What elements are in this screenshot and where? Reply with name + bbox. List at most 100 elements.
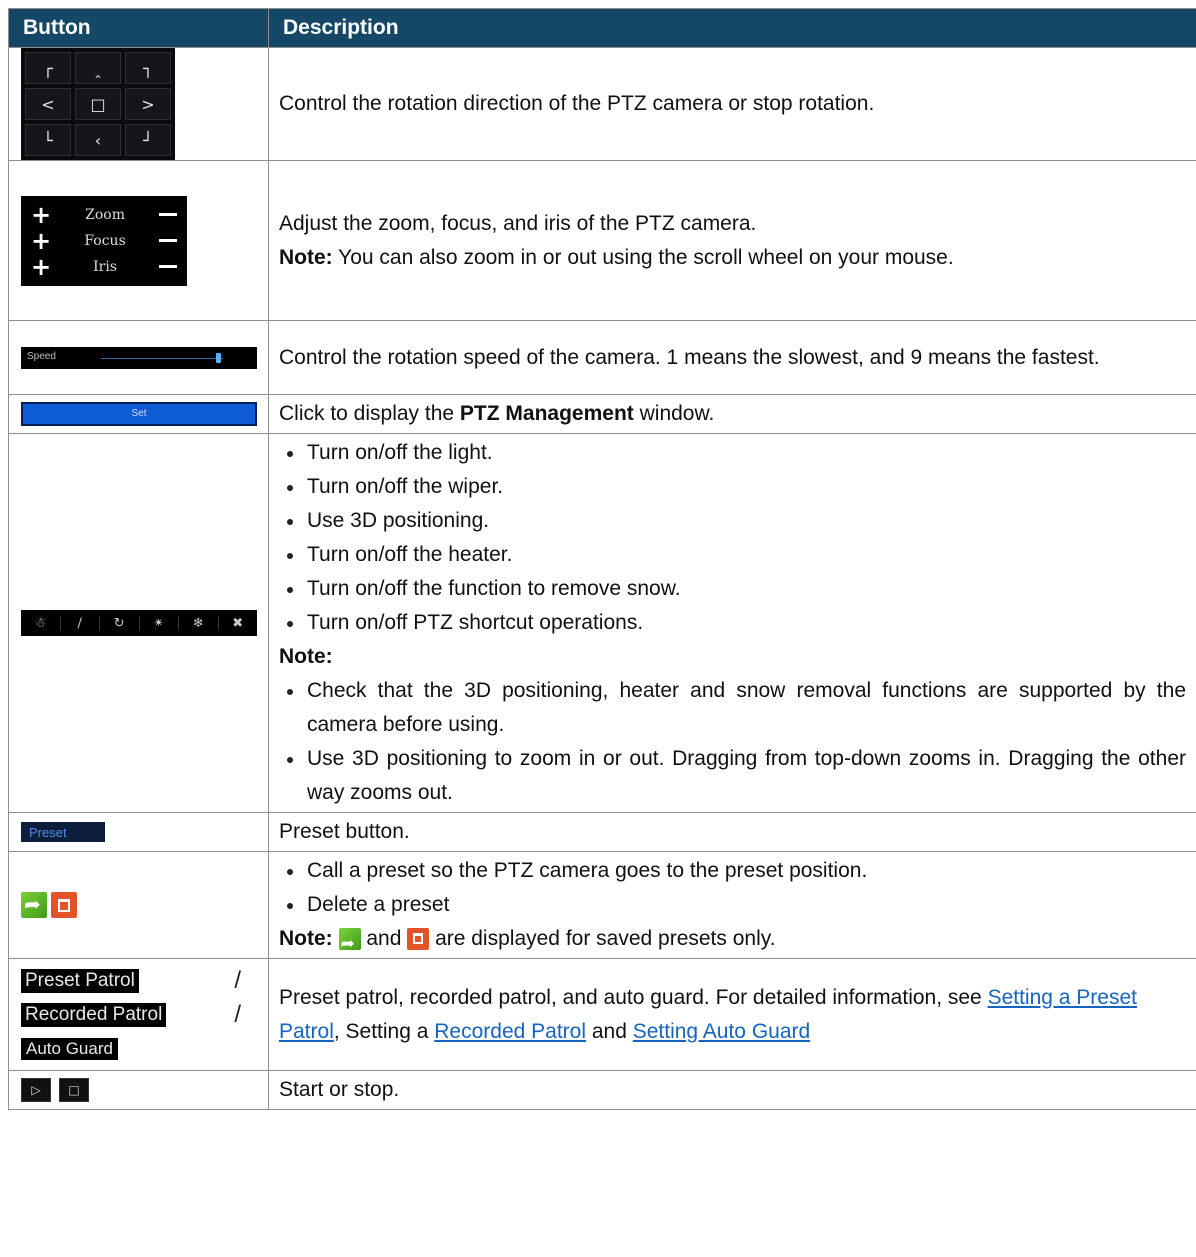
header-description: Description: [268, 8, 1196, 48]
focus-minus-icon[interactable]: [159, 239, 177, 242]
description-cell: Preset button.: [268, 812, 1196, 852]
heater-icon[interactable]: ✴: [140, 615, 179, 631]
down-right-icon[interactable]: ┘: [125, 124, 171, 156]
wiper-icon[interactable]: ∕: [61, 615, 100, 631]
iris-plus-icon[interactable]: +: [31, 255, 51, 279]
set-desc-pre: Click to display the: [279, 402, 460, 425]
separator: /: [234, 966, 241, 994]
table-row-preset: Preset Preset button.: [8, 812, 1196, 852]
auto-guard-button[interactable]: Auto Guard: [21, 1037, 118, 1060]
speed-slider[interactable]: Speed: [21, 346, 257, 369]
call-delete-list: Call a preset so the PTZ camera goes to …: [279, 854, 1186, 922]
function-list: Turn on/off the light. Turn on/off the w…: [279, 436, 1186, 640]
button-description-table: Button Description ┌ ‸ ┐ < □ > └ ‹ ┘ Con…: [8, 8, 1196, 1110]
patrol-mid1: , Setting a: [333, 1019, 435, 1043]
list-item: Turn on/off the heater.: [279, 538, 1186, 572]
recorded-patrol-link[interactable]: Recorded Patrol: [434, 1020, 586, 1043]
separator: /: [234, 1000, 241, 1028]
patrol-row: Preset Patrol /: [21, 964, 241, 998]
call-delete-note: Note: and are displayed for saved preset…: [279, 922, 1186, 961]
button-cell: [8, 851, 269, 959]
down-icon[interactable]: ‹: [75, 124, 121, 156]
zoom-in-icon[interactable]: +: [31, 203, 51, 227]
down-left-icon[interactable]: └: [25, 124, 71, 156]
up-left-icon[interactable]: ┌: [25, 52, 71, 84]
stop-icon[interactable]: □: [59, 1078, 89, 1102]
patrol-row: Auto Guard: [21, 1032, 268, 1066]
iris-label: Iris: [93, 258, 117, 275]
description-cell: Preset patrol, recorded patrol, and auto…: [268, 958, 1196, 1071]
table-row-speed: Speed Control the rotation speed of the …: [8, 320, 1196, 395]
zoom-out-icon[interactable]: [158, 213, 177, 216]
list-item: Turn on/off the wiper.: [279, 470, 1186, 504]
set-desc-post: window.: [633, 402, 715, 425]
focus-plus-icon[interactable]: +: [31, 229, 51, 253]
up-right-icon[interactable]: ┐: [125, 52, 171, 84]
table-row-direction: ┌ ‸ ┐ < □ > └ ‹ ┘ Control the rotation d…: [8, 47, 1196, 161]
light-icon[interactable]: ☃: [21, 615, 61, 631]
delete-preset-icon: [407, 928, 430, 951]
button-cell: ☃ ∕ ↻ ✴ ❄ ✖: [8, 433, 269, 813]
list-item: Check that the 3D positioning, heater an…: [279, 674, 1186, 742]
auto-guard-link[interactable]: Setting Auto Guard: [633, 1020, 810, 1043]
list-item: Turn on/off the function to remove snow.: [279, 572, 1186, 606]
note-tail: are displayed for saved presets only.: [429, 927, 776, 950]
speed-label: Speed: [27, 350, 56, 362]
ptz-management-label: PTZ Management: [459, 402, 634, 425]
snow-removal-icon[interactable]: ❄: [179, 615, 219, 631]
function-notes: Check that the 3D positioning, heater an…: [279, 674, 1186, 810]
preset-button[interactable]: Preset: [21, 822, 105, 842]
list-item: Delete a preset: [279, 888, 1186, 922]
description-cell: Click to display the PTZ Management wind…: [268, 394, 1196, 434]
delete-preset-icon[interactable]: [51, 892, 78, 918]
list-item: Call a preset so the PTZ camera goes to …: [279, 854, 1186, 888]
table-row-startstop: ▷ □ Start or stop.: [8, 1070, 1196, 1110]
patrol-desc: Preset patrol, recorded patrol, and auto…: [279, 985, 988, 1009]
function-icon-bar: ☃ ∕ ↻ ✴ ❄ ✖: [21, 610, 257, 636]
recorded-patrol-button[interactable]: Recorded Patrol: [21, 1002, 167, 1027]
note-and: and: [360, 927, 408, 950]
header-button: Button: [8, 8, 269, 48]
table-row-call-delete: Call a preset so the PTZ camera goes to …: [8, 851, 1196, 961]
right-icon[interactable]: >: [125, 88, 171, 120]
list-item: Use 3D positioning.: [279, 504, 1186, 538]
patrol-row: Recorded Patrol /: [21, 998, 241, 1032]
call-preset-icon[interactable]: [21, 892, 47, 918]
patrol-mid2: and: [586, 1019, 633, 1043]
table-row-lens: + Zoom + Focus + Iris Adjust the zoom, f…: [8, 160, 1196, 321]
iris-row: + Iris: [21, 254, 187, 280]
description-cell: Start or stop.: [268, 1070, 1196, 1110]
focus-row: + Focus: [21, 228, 187, 254]
description-cell: Turn on/off the light. Turn on/off the w…: [268, 433, 1196, 813]
description-cell: Adjust the zoom, focus, and iris of the …: [268, 160, 1196, 321]
button-cell: Preset Patrol / Recorded Patrol / Auto G…: [8, 958, 269, 1071]
call-preset-icon: [338, 927, 361, 961]
note-label: Note:: [279, 245, 333, 269]
3d-positioning-icon[interactable]: ↻: [100, 615, 140, 631]
note-label: Note:: [279, 927, 333, 950]
speed-track[interactable]: [101, 357, 223, 359]
speed-handle[interactable]: [216, 352, 221, 363]
up-icon[interactable]: ‸: [75, 52, 121, 84]
set-button[interactable]: Set: [21, 402, 257, 426]
left-icon[interactable]: <: [25, 88, 71, 120]
list-item: Turn on/off the light.: [279, 436, 1186, 470]
button-cell: ▷ □: [8, 1070, 269, 1110]
description-cell: Control the rotation speed of the camera…: [268, 320, 1196, 395]
table-row-functions: ☃ ∕ ↻ ✴ ❄ ✖ Turn on/off the light. Turn …: [8, 433, 1196, 813]
list-item: Use 3D positioning to zoom in or out. Dr…: [279, 742, 1186, 810]
lens-control-panel: + Zoom + Focus + Iris: [21, 195, 187, 286]
start-stop-buttons: ▷ □: [21, 1078, 268, 1102]
table-header-row: Button Description: [8, 8, 1196, 48]
description-cell: Call a preset so the PTZ camera goes to …: [268, 851, 1196, 961]
stop-icon[interactable]: □: [75, 88, 121, 120]
note-label: Note:: [279, 645, 333, 668]
list-item: Turn on/off PTZ shortcut operations.: [279, 606, 1186, 640]
preset-patrol-button[interactable]: Preset Patrol: [21, 968, 139, 993]
shortcut-icon[interactable]: ✖: [219, 616, 258, 631]
start-icon[interactable]: ▷: [21, 1078, 51, 1102]
button-cell: Preset: [8, 812, 269, 852]
description-cell: Control the rotation direction of the PT…: [268, 47, 1196, 161]
iris-minus-icon[interactable]: [159, 265, 177, 268]
table-row-set: Set Click to display the PTZ Management …: [8, 394, 1196, 434]
